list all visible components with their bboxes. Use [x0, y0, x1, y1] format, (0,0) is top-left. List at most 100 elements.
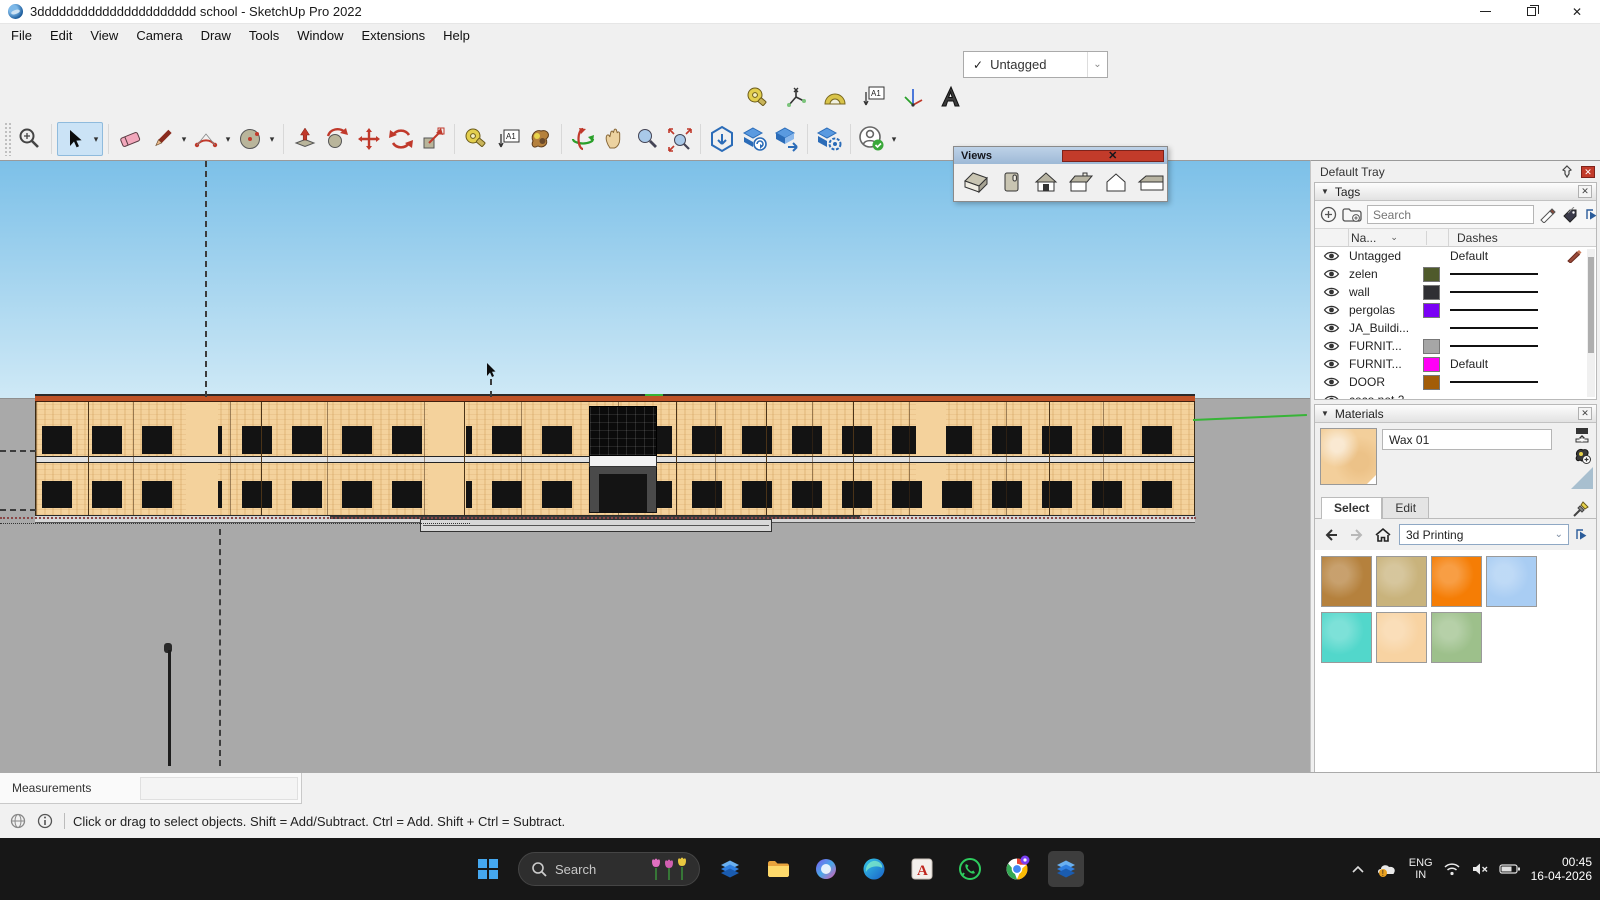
tag-row[interactable]: JA_Buildi...: [1315, 319, 1596, 337]
chrome-icon[interactable]: [1000, 851, 1036, 887]
credits-info-icon[interactable]: [36, 812, 54, 830]
pin-icon[interactable]: [1561, 165, 1573, 178]
eyedropper-icon[interactable]: [1572, 500, 1590, 518]
views-panel-titlebar[interactable]: Views ✕: [954, 147, 1167, 164]
shapes-tool-button[interactable]: [234, 123, 266, 155]
3d-warehouse-button[interactable]: [706, 123, 738, 155]
sketchup-active-icon[interactable]: [1048, 851, 1084, 887]
line-dropdown-caret[interactable]: ▾: [178, 123, 190, 155]
tag-color-swatch[interactable]: [1423, 285, 1440, 300]
zoom-window-button[interactable]: [14, 123, 46, 155]
pan-button[interactable]: [599, 123, 631, 155]
chevron-down-icon[interactable]: ⌄: [1087, 52, 1107, 77]
eye-icon[interactable]: [1323, 322, 1349, 334]
eye-icon[interactable]: [1323, 286, 1349, 298]
arc-tool-button[interactable]: [190, 123, 222, 155]
zoom-extents-button[interactable]: [663, 123, 695, 155]
share-component-button[interactable]: [770, 123, 802, 155]
protractor-button[interactable]: [820, 82, 850, 112]
tray-chevron-up-icon[interactable]: [1351, 864, 1365, 874]
eye-icon[interactable]: [1323, 268, 1349, 280]
material-preview-swatch[interactable]: [1320, 428, 1377, 485]
back-view-button[interactable]: [1102, 169, 1130, 195]
purge-tags-icon[interactable]: [1562, 207, 1580, 223]
clock[interactable]: 00:4516-04-2026: [1531, 855, 1592, 883]
geolocation-icon[interactable]: [9, 812, 27, 830]
extension-warehouse-button[interactable]: [813, 123, 845, 155]
move-button[interactable]: [353, 123, 385, 155]
tag-dash-cell[interactable]: [1450, 381, 1596, 383]
material-swatch[interactable]: [1376, 612, 1427, 663]
account-button[interactable]: [856, 123, 888, 155]
right-view-button[interactable]: [1067, 169, 1095, 195]
views-close-icon[interactable]: ✕: [1062, 150, 1165, 162]
edit-tag-icon[interactable]: [1539, 207, 1557, 223]
materials-close-icon[interactable]: ✕: [1578, 407, 1592, 420]
rotate-button[interactable]: [385, 123, 417, 155]
tag-row[interactable]: FURNIT...: [1315, 337, 1596, 355]
tags-search-input[interactable]: [1367, 205, 1534, 224]
close-button[interactable]: ✕: [1554, 0, 1600, 23]
tags-scrollbar[interactable]: [1587, 249, 1595, 397]
tulips-icon[interactable]: [649, 856, 691, 882]
tags-scrollbar-thumb[interactable]: [1588, 257, 1594, 353]
toolbar-grip[interactable]: [4, 122, 11, 156]
name-column-header[interactable]: Na...⌄: [1349, 231, 1427, 245]
tag-dash-cell[interactable]: Default: [1450, 357, 1596, 371]
dash-edit-pencil-icon[interactable]: [1566, 249, 1582, 263]
tags-close-icon[interactable]: ✕: [1578, 185, 1592, 198]
paint-bucket-button[interactable]: [524, 123, 556, 155]
tag-row[interactable]: FURNIT... Default: [1315, 355, 1596, 373]
file-explorer-icon[interactable]: [760, 851, 796, 887]
wifi-icon[interactable]: [1443, 862, 1461, 876]
menu-item[interactable]: Extensions: [353, 26, 435, 45]
home-button[interactable]: [1373, 526, 1393, 544]
battery-icon[interactable]: [1499, 863, 1521, 875]
dimension-text-button[interactable]: A1: [492, 123, 524, 155]
push-pull-button[interactable]: [289, 123, 321, 155]
orbit-button[interactable]: [567, 123, 599, 155]
tag-row[interactable]: ceco net 2: [1315, 391, 1596, 399]
tag-row[interactable]: pergolas: [1315, 301, 1596, 319]
tag-dash-cell[interactable]: Default: [1450, 249, 1558, 263]
model-viewport[interactable]: [0, 160, 1310, 772]
material-swatch[interactable]: [1321, 612, 1372, 663]
measurements-input[interactable]: [140, 777, 298, 800]
visibility-column-header[interactable]: [1315, 229, 1349, 246]
arc-dropdown-caret[interactable]: ▾: [222, 123, 234, 155]
tag-dash-cell[interactable]: [1450, 273, 1596, 275]
menu-item[interactable]: View: [81, 26, 127, 45]
active-tag-dropdown[interactable]: ✓ Untagged ⌄: [963, 51, 1108, 78]
tag-dash-cell[interactable]: [1450, 291, 1596, 293]
zoom-button[interactable]: [631, 123, 663, 155]
axes-tool-button[interactable]: [781, 82, 811, 112]
left-view-button[interactable]: [1137, 169, 1165, 195]
tag-dash-cell[interactable]: [1450, 345, 1596, 347]
top-view-button[interactable]: [997, 169, 1025, 195]
tags-details-arrow-icon[interactable]: [1585, 207, 1600, 222]
shapes-dropdown-caret[interactable]: ▾: [266, 123, 278, 155]
menu-item[interactable]: Draw: [192, 26, 240, 45]
material-swatch[interactable]: [1376, 556, 1427, 607]
copilot-icon[interactable]: [808, 851, 844, 887]
eye-icon[interactable]: [1323, 304, 1349, 316]
material-name-input[interactable]: [1382, 429, 1552, 450]
material-collection-dropdown[interactable]: 3d Printing ⌄: [1399, 524, 1569, 545]
front-view-button[interactable]: [1032, 169, 1060, 195]
tag-color-swatch[interactable]: [1423, 267, 1440, 282]
tag-dash-cell[interactable]: [1450, 309, 1596, 311]
menu-item[interactable]: Window: [288, 26, 352, 45]
edge-icon[interactable]: [856, 851, 892, 887]
axes-colored-icon[interactable]: [898, 82, 928, 112]
eraser-button[interactable]: [114, 123, 146, 155]
select-tool-button[interactable]: ▾: [57, 122, 103, 156]
taskbar-search[interactable]: Search: [518, 852, 700, 886]
text-tool-button[interactable]: A1: [859, 82, 889, 112]
whatsapp-icon[interactable]: [952, 851, 988, 887]
tag-row[interactable]: zelen: [1315, 265, 1596, 283]
tag-dash-cell[interactable]: [1450, 327, 1596, 329]
create-material-button[interactable]: [1573, 446, 1591, 464]
sketchup-pinned-icon[interactable]: [712, 851, 748, 887]
menu-item[interactable]: Edit: [41, 26, 81, 45]
3d-text-button[interactable]: [937, 82, 967, 112]
